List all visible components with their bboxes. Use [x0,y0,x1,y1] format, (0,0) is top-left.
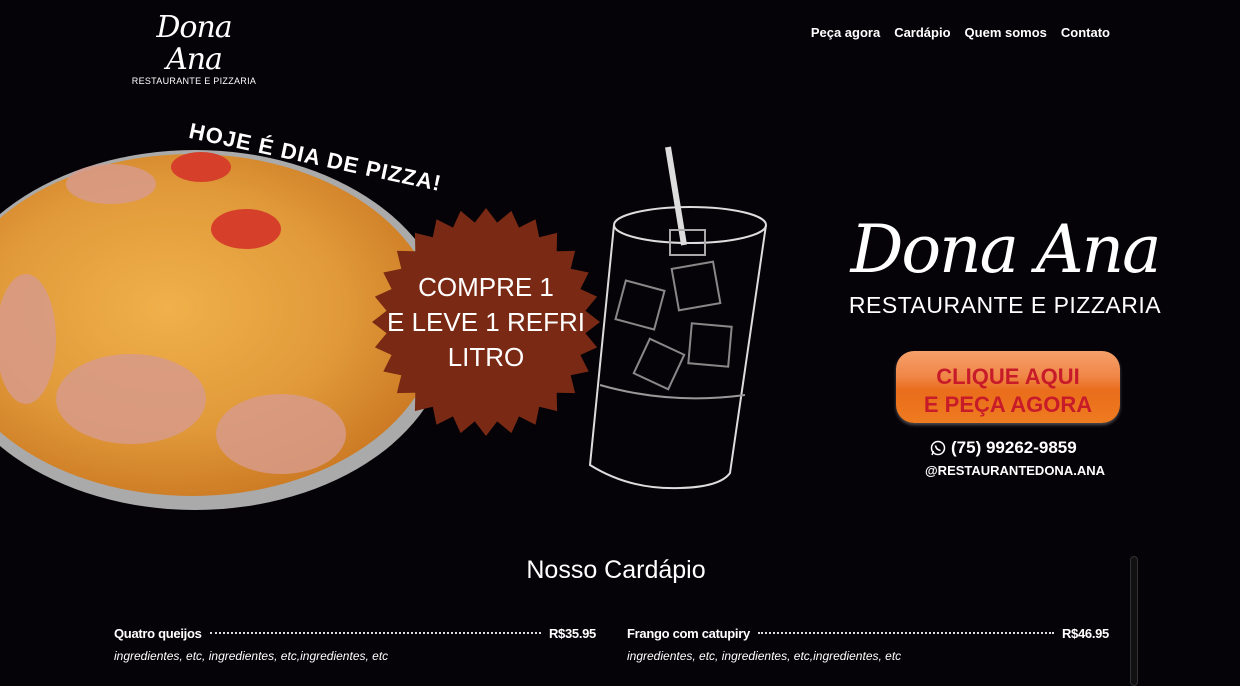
menu-scrollbar[interactable] [1130,556,1138,686]
nav-contato[interactable]: Contato [1061,25,1110,40]
brand-script: Dona Ana [850,211,1161,288]
logo[interactable]: Dona Ana RESTAURANTE E PIZZARIA [126,10,262,87]
nav-quem-somos[interactable]: Quem somos [965,25,1047,40]
whatsapp-icon [930,440,946,456]
brand-subtitle: RESTAURANTE E PIZZARIA [848,292,1162,318]
menu-item: Quatro queijos R$35.95 ingredientes, etc,… [114,626,596,663]
promo-text: COMPRE 1 E LEVE 1 REFRI LITRO [372,270,600,375]
order-now-button[interactable]: CLIQUE AQUI E PEÇA AGORA [896,351,1120,423]
menu-item-price: R$46.95 [1061,626,1109,641]
menu-item-name: Quatro queijos [114,626,202,641]
menu-item-desc: ingredientes, etc, ingredientes, etc,ing… [627,649,902,663]
brand-block: Dona Ana RESTAURANTE E PIZZARIA [820,210,1190,319]
dotted-leader [209,631,541,634]
menu-item-name: Frango com catupiry [627,626,750,641]
logo-subtitle: RESTAURANTE E PIZZARIA [131,76,257,86]
nav-peca-agora[interactable]: Peça agora [811,25,880,40]
phone-contact[interactable]: (75) 99262-9859 [930,438,1077,458]
dotted-leader [757,631,1054,634]
instagram-handle[interactable]: @RESTAURANTEDONA.ANA [925,463,1105,478]
promo-line: COMPRE 1 [418,272,554,302]
cta-line: CLIQUE AQUI [936,364,1080,389]
menu-item-price: R$35.95 [548,626,596,641]
menu-title: Nosso Cardápio [526,556,706,584]
main-nav: Peça agora Cardápio Quem somos Contato [811,25,1110,40]
menu-item: Frango com catupiry R$46.95 ingredientes,… [627,626,1109,663]
promo-line: LITRO [447,342,525,372]
nav-cardapio[interactable]: Cardápio [894,25,950,40]
logo-script: Dona Ana [156,10,232,77]
phone-number: (75) 99262-9859 [951,438,1077,457]
menu-item-desc: ingredientes, etc, ingredientes, etc,ing… [114,649,389,663]
cta-line: E PEÇA AGORA [923,392,1093,417]
soda-cup-illustration [588,146,767,490]
promo-line: E LEVE 1 REFRI [387,307,585,337]
